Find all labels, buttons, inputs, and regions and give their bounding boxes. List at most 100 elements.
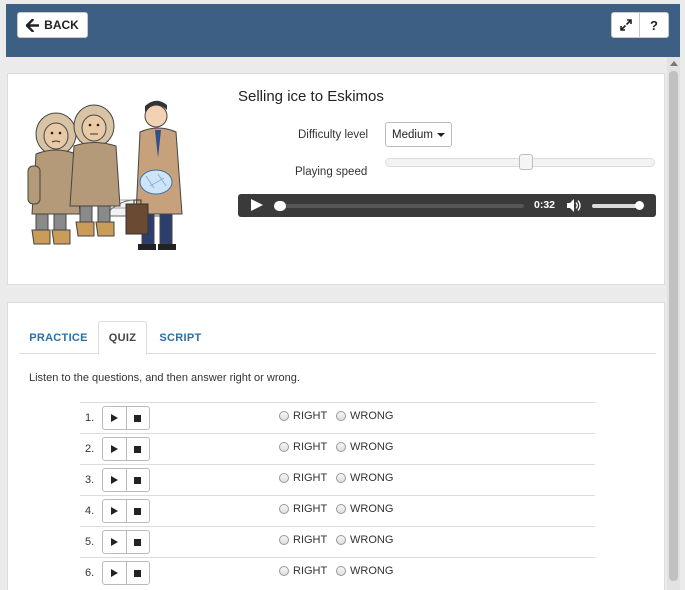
quiz-instructions: Listen to the questions, and then answer… xyxy=(29,372,300,384)
table-row: 3. RIGHT WRONG xyxy=(80,464,595,495)
tab-practice[interactable]: PRACTICE xyxy=(19,321,98,354)
volume-handle[interactable] xyxy=(635,201,644,210)
right-option[interactable]: RIGHT xyxy=(279,565,327,577)
right-option[interactable]: RIGHT xyxy=(279,410,327,422)
right-radio[interactable] xyxy=(279,473,289,483)
wrong-option[interactable]: WRONG xyxy=(336,441,393,453)
progress-handle[interactable] xyxy=(274,201,286,211)
wrong-option[interactable]: WRONG xyxy=(336,565,393,577)
wrong-radio[interactable] xyxy=(336,411,346,421)
tab-script[interactable]: SCRIPT xyxy=(153,321,208,354)
question-number: 6. xyxy=(85,567,95,579)
volume-track[interactable] xyxy=(592,204,640,208)
table-row: 1. RIGHT WRONG xyxy=(80,402,595,433)
help-button[interactable]: ? xyxy=(640,12,669,38)
player-time: 0:32 xyxy=(534,199,556,211)
question-stop-button[interactable] xyxy=(127,407,150,429)
right-option[interactable]: RIGHT xyxy=(279,441,327,453)
scroll-up-arrow-icon[interactable] xyxy=(670,61,678,66)
difficulty-dropdown[interactable]: Medium xyxy=(385,122,452,147)
question-play-button[interactable] xyxy=(103,500,127,522)
wrong-radio[interactable] xyxy=(336,473,346,483)
wrong-label: WRONG xyxy=(350,565,394,577)
wrong-radio[interactable] xyxy=(336,504,346,514)
right-label: RIGHT xyxy=(293,472,328,484)
question-stop-button[interactable] xyxy=(127,562,150,584)
right-option[interactable]: RIGHT xyxy=(279,472,327,484)
wrong-option[interactable]: WRONG xyxy=(336,503,393,515)
question-play-button[interactable] xyxy=(103,469,127,491)
question-stop-button[interactable] xyxy=(127,438,150,460)
wrong-option[interactable]: WRONG xyxy=(336,534,393,546)
wrong-label: WRONG xyxy=(350,441,394,453)
question-stop-button[interactable] xyxy=(127,469,150,491)
question-audio-controls xyxy=(102,561,150,585)
arrow-left-icon xyxy=(26,18,40,32)
question-number: 1. xyxy=(85,412,95,424)
question-audio-controls xyxy=(102,499,150,523)
stop-icon xyxy=(134,569,142,577)
difficulty-value: Medium xyxy=(392,128,433,141)
question-audio-controls xyxy=(102,437,150,461)
speed-label: Playing speed xyxy=(295,166,368,178)
play-icon xyxy=(110,569,118,577)
speed-slider[interactable] xyxy=(385,154,655,170)
play-icon xyxy=(110,507,118,515)
stop-icon xyxy=(134,507,142,515)
question-play-button[interactable] xyxy=(103,562,127,584)
question-audio-controls xyxy=(102,468,150,492)
wrong-option[interactable]: WRONG xyxy=(336,472,393,484)
help-button-label: ? xyxy=(650,17,658,33)
page-scrollbar[interactable] xyxy=(667,57,680,590)
speed-slider-handle[interactable] xyxy=(519,154,533,170)
tab-quiz[interactable]: QUIZ xyxy=(98,321,147,355)
right-radio[interactable] xyxy=(279,442,289,452)
play-icon xyxy=(110,476,118,484)
right-option[interactable]: RIGHT xyxy=(279,503,327,515)
question-stop-button[interactable] xyxy=(127,500,150,522)
wrong-label: WRONG xyxy=(350,503,394,515)
stop-icon xyxy=(134,414,142,422)
right-label: RIGHT xyxy=(293,565,328,577)
difficulty-label: Difficulty level xyxy=(298,129,369,141)
top-bar: BACK ? xyxy=(6,4,680,57)
wrong-label: WRONG xyxy=(350,472,394,484)
progress-track[interactable] xyxy=(278,204,524,208)
right-option[interactable]: RIGHT xyxy=(279,534,327,546)
wrong-radio[interactable] xyxy=(336,442,346,452)
right-radio[interactable] xyxy=(279,411,289,421)
expand-icon xyxy=(619,19,632,31)
play-icon xyxy=(110,538,118,546)
question-audio-controls xyxy=(102,406,150,430)
stop-icon xyxy=(134,538,142,546)
question-play-button[interactable] xyxy=(103,407,127,429)
right-radio[interactable] xyxy=(279,535,289,545)
volume-icon[interactable] xyxy=(566,198,582,213)
question-number: 2. xyxy=(85,443,95,455)
table-row: 2. RIGHT WRONG xyxy=(80,433,595,464)
lesson-panel: Selling ice to Eskimos Difficulty level … xyxy=(7,73,665,285)
questions-table: 1. RIGHT WRONG 2. RIGHT WRONG 3. RIGHT W… xyxy=(80,402,595,588)
question-play-button[interactable] xyxy=(103,438,127,460)
stop-icon xyxy=(134,445,142,453)
wrong-label: WRONG xyxy=(350,410,394,422)
right-label: RIGHT xyxy=(293,503,328,515)
wrong-radio[interactable] xyxy=(336,535,346,545)
question-stop-button[interactable] xyxy=(127,531,150,553)
right-radio[interactable] xyxy=(279,504,289,514)
question-play-button[interactable] xyxy=(103,531,127,553)
caret-down-icon xyxy=(436,132,445,137)
question-number: 4. xyxy=(85,505,95,517)
fullscreen-button[interactable] xyxy=(611,12,640,38)
wrong-radio[interactable] xyxy=(336,566,346,576)
scrollbar-thumb[interactable] xyxy=(669,71,678,581)
back-button-label: BACK xyxy=(44,18,79,32)
back-button[interactable]: BACK xyxy=(17,12,88,38)
lesson-title: Selling ice to Eskimos xyxy=(238,88,384,105)
right-label: RIGHT xyxy=(293,441,328,453)
right-radio[interactable] xyxy=(279,566,289,576)
table-row: 6. RIGHT WRONG xyxy=(80,557,595,588)
play-icon xyxy=(110,414,118,422)
wrong-option[interactable]: WRONG xyxy=(336,410,393,422)
play-icon[interactable] xyxy=(251,199,263,211)
